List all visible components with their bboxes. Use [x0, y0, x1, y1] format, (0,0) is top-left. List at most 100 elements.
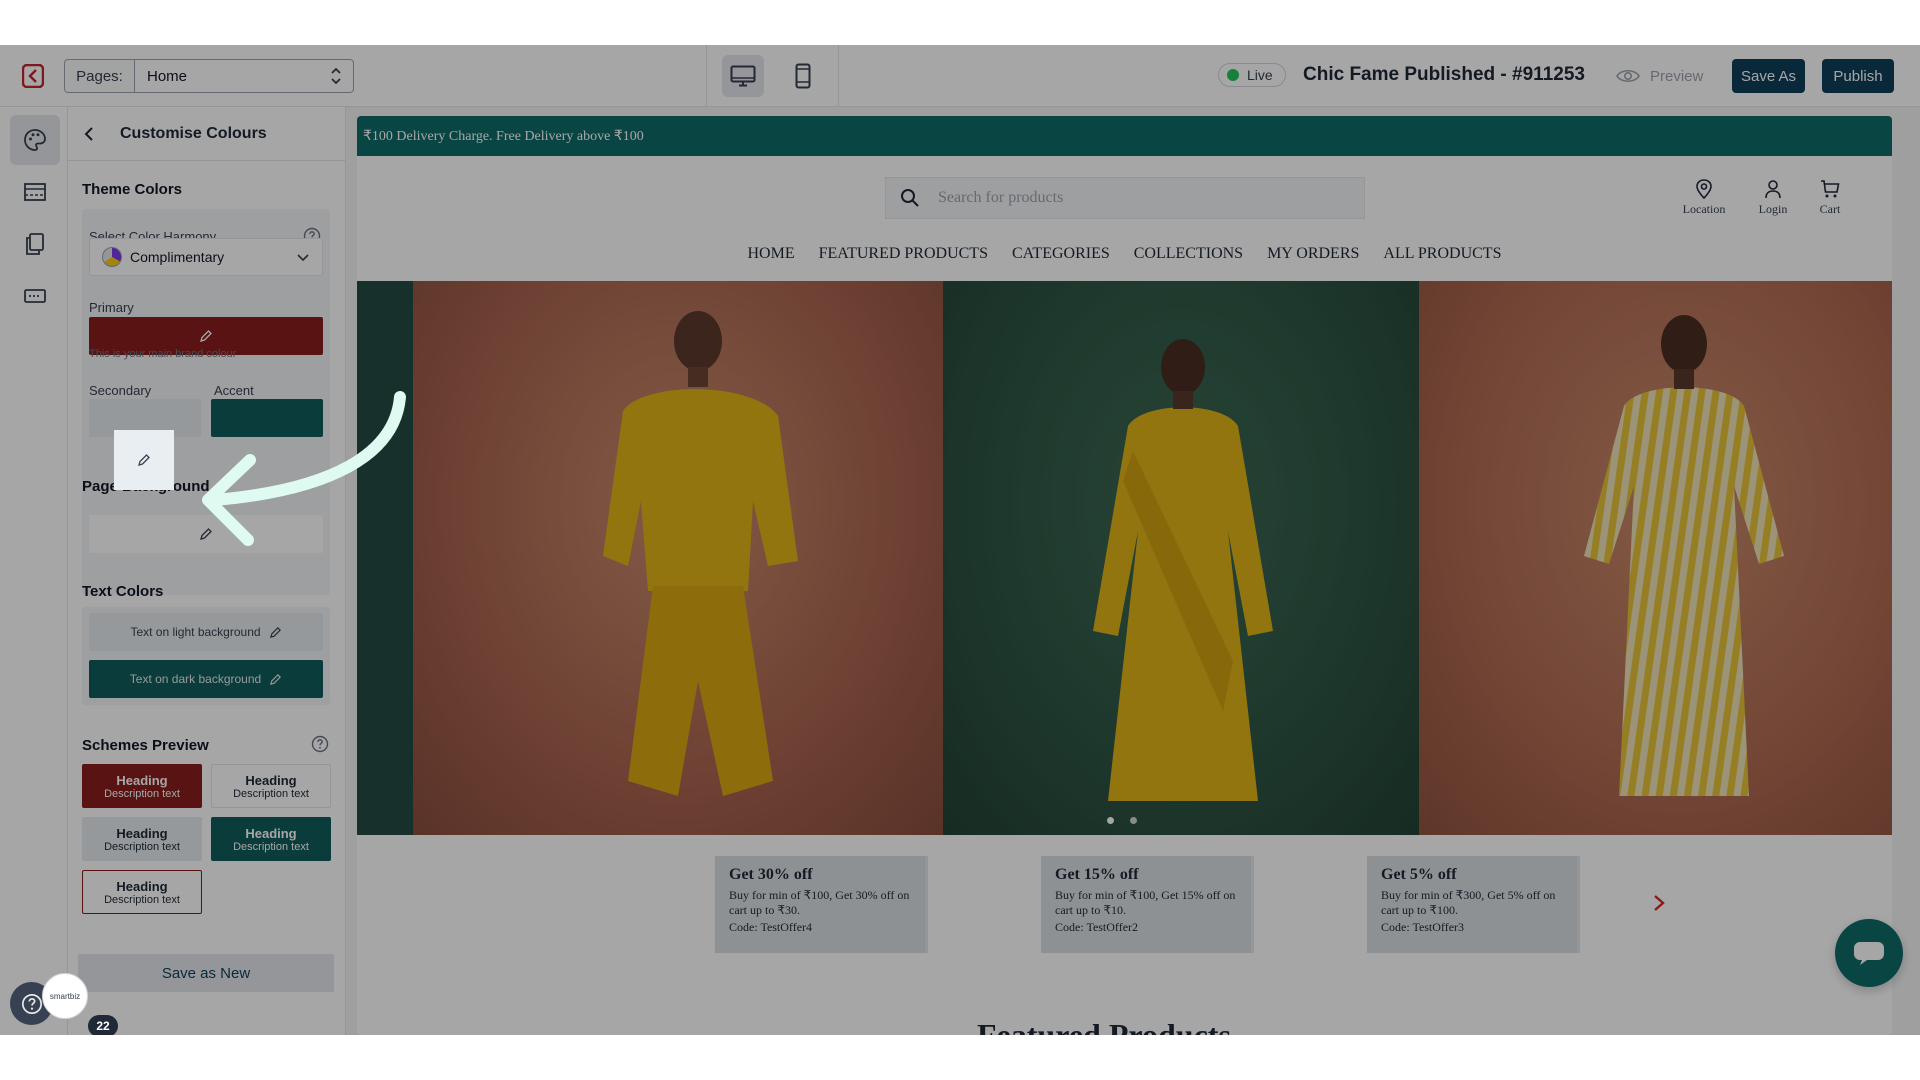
- hero-image-model-1: [413, 281, 943, 835]
- nav-item-all-products[interactable]: ALL PRODUCTS: [1371, 245, 1513, 263]
- divider: [706, 45, 707, 107]
- nav-item-collections[interactable]: COLLECTIONS: [1122, 245, 1255, 263]
- pencil-icon: [270, 673, 282, 685]
- scheme-heading: Heading: [116, 878, 168, 894]
- nav-item-my-orders[interactable]: MY ORDERS: [1255, 245, 1371, 263]
- hero-image-model-2: [943, 281, 1419, 835]
- pencil-icon: [269, 626, 281, 638]
- pages-value[interactable]: Home: [135, 60, 353, 92]
- harmony-value: Complimentary: [130, 249, 225, 265]
- store-preview-canvas: ₹100 Delivery Charge. Free Delivery abov…: [357, 116, 1892, 1035]
- scheme-desc: Description text: [104, 893, 180, 906]
- rail-theme-button[interactable]: [10, 115, 60, 165]
- rail-footer-button[interactable]: [10, 271, 60, 321]
- offer-code: Code: TestOffer4: [729, 920, 813, 934]
- pencil-icon: [200, 528, 212, 540]
- hero-banner[interactable]: [357, 281, 1892, 835]
- panel-title: Customise Colours: [120, 125, 267, 142]
- scheme-preview-outline[interactable]: Heading Description text: [82, 870, 202, 914]
- pages-label: Pages:: [65, 60, 135, 92]
- login-button[interactable]: Login: [1743, 179, 1803, 217]
- save-as-button[interactable]: Save As: [1732, 59, 1805, 93]
- sections-icon: [24, 183, 46, 201]
- publish-button[interactable]: Publish: [1822, 59, 1894, 93]
- hero-edge-strip: [357, 281, 413, 835]
- location-label: Location: [1682, 202, 1726, 216]
- hero-image-model-3: [1419, 281, 1892, 835]
- offer-card[interactable]: Get 30% off Buy for min of ₹100, Get 30%…: [715, 856, 928, 953]
- chevron-right-icon[interactable]: [1652, 893, 1666, 913]
- rail-sections-button[interactable]: [10, 167, 60, 217]
- pencil-icon: [200, 330, 212, 342]
- offer-code: Code: TestOffer2: [1055, 920, 1139, 934]
- panel-header: Customise Colours: [68, 107, 345, 161]
- text-colors-title: Text Colors: [82, 583, 164, 600]
- chat-button[interactable]: [1835, 919, 1903, 987]
- theme-colors-title: Theme Colors: [82, 181, 183, 198]
- announcement-bar: ₹100 Delivery Charge. Free Delivery abov…: [357, 116, 1892, 156]
- help-icon: [21, 993, 42, 1014]
- desktop-view-button[interactable]: [722, 55, 764, 97]
- store-header: Search for products Location Login Cart …: [357, 156, 1892, 281]
- save-as-new-button[interactable]: Save as New: [78, 954, 334, 992]
- store-search-input[interactable]: Search for products: [885, 177, 1365, 219]
- offer-title: Get 15% off: [1055, 866, 1139, 883]
- help-icon[interactable]: [311, 735, 329, 753]
- accent-color-swatch[interactable]: [211, 399, 323, 437]
- scheme-preview-primary[interactable]: Heading Description text: [82, 764, 202, 808]
- color-harmony-select[interactable]: Complimentary: [89, 238, 323, 276]
- location-button[interactable]: Location: [1674, 179, 1734, 217]
- chat-icon: [1854, 942, 1884, 965]
- nav-item-featured-products[interactable]: FEATURED PRODUCTS: [807, 245, 1000, 263]
- scheme-preview-secondary[interactable]: Heading Description text: [82, 817, 202, 861]
- offer-card[interactable]: Get 15% off Buy for min of ₹100, Get 15%…: [1041, 856, 1254, 953]
- eye-icon: [1616, 69, 1640, 83]
- pages-selector[interactable]: Pages: Home: [64, 59, 354, 93]
- preview-label: Preview: [1650, 67, 1704, 85]
- nav-item-categories[interactable]: CATEGORIES: [1000, 245, 1122, 263]
- cart-button[interactable]: Cart: [1800, 179, 1860, 217]
- text-dark-swatch[interactable]: Text on dark background: [89, 660, 323, 698]
- offer-desc: Buy for min of ₹100, Get 30% off on cart…: [729, 888, 910, 917]
- mobile-view-button[interactable]: [782, 55, 824, 97]
- text-light-label: Text on light background: [130, 625, 261, 639]
- page-background-swatch[interactable]: [89, 515, 323, 553]
- search-placeholder: Search for products: [938, 189, 1064, 206]
- offer-title: Get 5% off: [1381, 866, 1457, 883]
- featured-products-heading: Featured Products: [977, 1017, 1231, 1035]
- app-logo-icon[interactable]: [22, 64, 44, 88]
- carousel-dots: [1107, 817, 1137, 824]
- scheme-desc: Description text: [233, 787, 309, 800]
- secondary-color-edit-highlight[interactable]: [114, 430, 174, 490]
- rail-pages-button[interactable]: [10, 219, 60, 269]
- carousel-dot[interactable]: [1107, 817, 1114, 824]
- scheme-desc: Description text: [233, 840, 309, 853]
- top-bar: Pages: Home Live Chic Fame Published - #…: [0, 45, 1920, 107]
- cart-icon: [1821, 180, 1840, 198]
- offer-card[interactable]: Get 5% off Buy for min of ₹300, Get 5% o…: [1367, 856, 1580, 953]
- offer-code: Code: TestOffer3: [1381, 920, 1465, 934]
- offer-desc: Buy for min of ₹100, Get 15% off on cart…: [1055, 888, 1236, 917]
- pages-icon: [26, 233, 44, 255]
- scheme-desc: Description text: [104, 840, 180, 853]
- desktop-icon: [730, 65, 756, 87]
- notification-count-badge: 22: [88, 1015, 118, 1035]
- up-down-chevron-icon: [331, 67, 341, 85]
- mobile-icon: [795, 63, 811, 89]
- scheme-preview-light[interactable]: Heading Description text: [211, 764, 331, 808]
- divider: [838, 45, 839, 107]
- site-title: Chic Fame Published - #911253: [1303, 64, 1585, 85]
- assistant-avatar[interactable]: smartbiz: [42, 973, 88, 1019]
- scheme-desc: Description text: [104, 787, 180, 800]
- scheme-preview-accent[interactable]: Heading Description text: [211, 817, 331, 861]
- nav-item-home[interactable]: HOME: [736, 245, 807, 263]
- carousel-dot[interactable]: [1130, 817, 1137, 824]
- customise-colours-panel: Customise Colours Theme Colors Select Co…: [68, 107, 346, 1035]
- primary-hint: This is your main brand colour: [89, 348, 237, 360]
- chevron-left-icon[interactable]: [82, 126, 96, 142]
- text-light-swatch[interactable]: Text on light background: [89, 613, 323, 651]
- cart-label: Cart: [1819, 202, 1841, 216]
- scheme-heading: Heading: [245, 772, 297, 788]
- preview-button[interactable]: Preview: [1616, 63, 1703, 89]
- scheme-heading: Heading: [116, 825, 168, 841]
